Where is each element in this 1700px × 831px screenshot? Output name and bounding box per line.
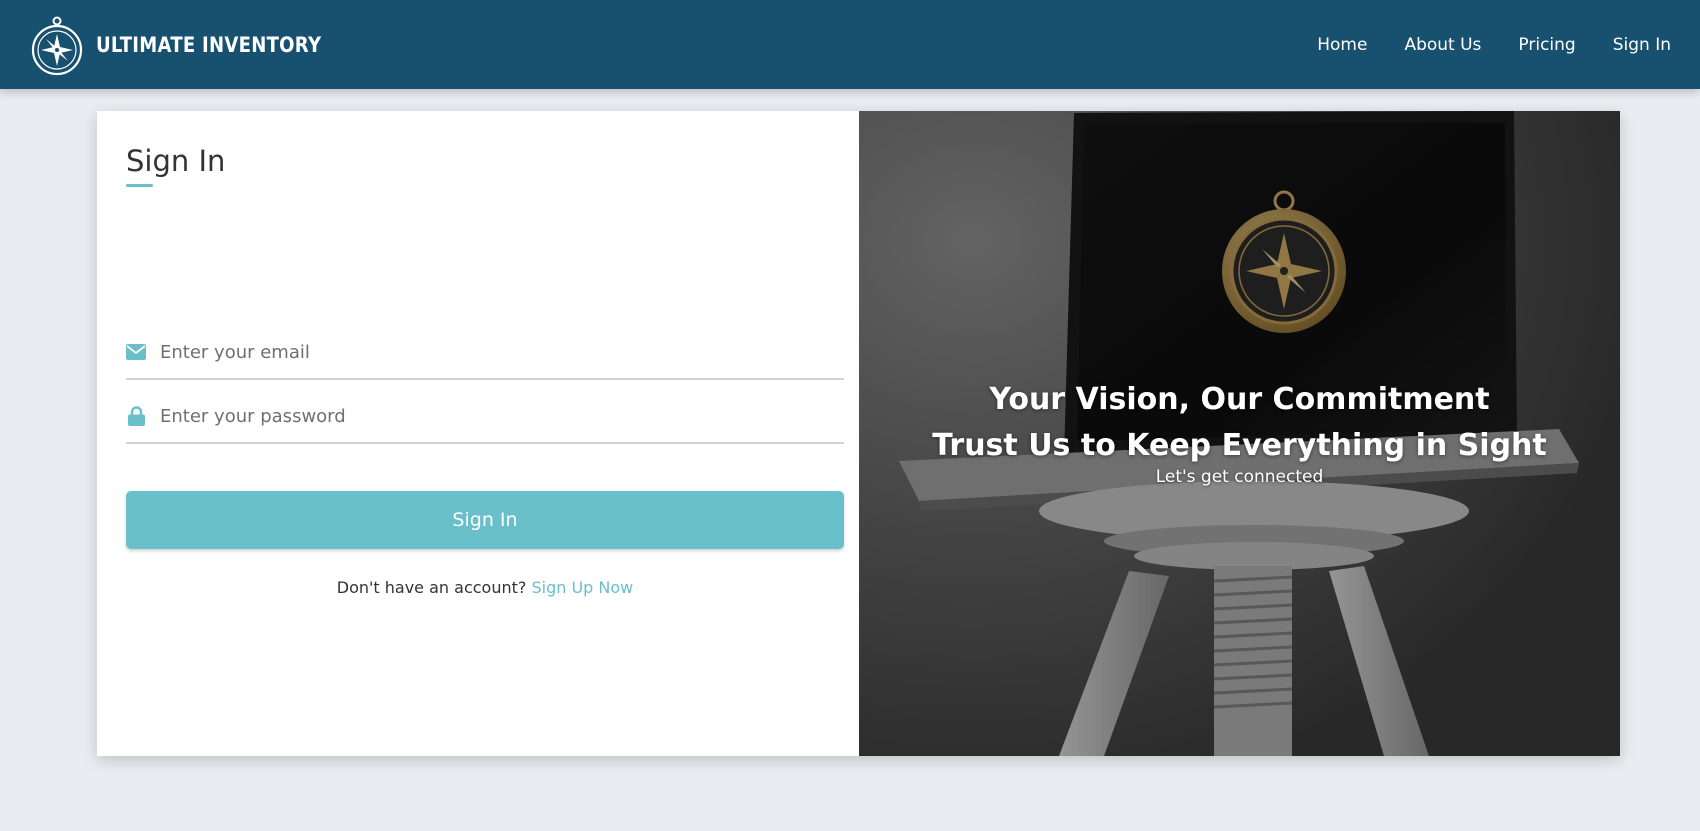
nav-link-home[interactable]: Home [1317, 35, 1367, 55]
top-navbar: ULTIMATE INVENTORY Home About Us Pricing… [0, 0, 1700, 89]
password-input[interactable] [160, 396, 844, 436]
sign-up-link[interactable]: Sign Up Now [531, 578, 633, 597]
password-field [126, 390, 844, 444]
email-field [126, 326, 844, 380]
signup-prompt: Don't have an account? Sign Up Now [126, 578, 844, 597]
nav-link-pricing[interactable]: Pricing [1518, 35, 1575, 55]
brand[interactable]: ULTIMATE INVENTORY [30, 14, 358, 76]
lock-icon [126, 406, 146, 426]
hero-headline-1: Your Vision, Our Commitment [989, 382, 1490, 417]
page-title: Sign In [126, 144, 226, 178]
nav-link-about-us[interactable]: About Us [1404, 35, 1481, 55]
title-underline [126, 184, 153, 187]
signin-card: Sign In Sign In Don't have an acco [97, 111, 1620, 756]
envelope-icon [126, 342, 146, 362]
nav-link-sign-in[interactable]: Sign In [1613, 35, 1671, 55]
hero-image-panel: Your Vision, Our Commitment Trust Us to … [859, 111, 1620, 756]
compass-icon [31, 16, 83, 75]
brand-name: ULTIMATE INVENTORY [96, 32, 322, 57]
hero-headline-2: Trust Us to Keep Everything in Sight [932, 428, 1547, 463]
nav-menu: Home About Us Pricing Sign In [1317, 35, 1671, 55]
sign-in-button[interactable]: Sign In [126, 491, 844, 549]
hero-text: Your Vision, Our Commitment Trust Us to … [859, 377, 1620, 489]
signup-prompt-text: Don't have an account? [336, 578, 527, 597]
signin-form-panel: Sign In Sign In Don't have an acco [97, 111, 859, 756]
email-input[interactable] [160, 332, 844, 372]
